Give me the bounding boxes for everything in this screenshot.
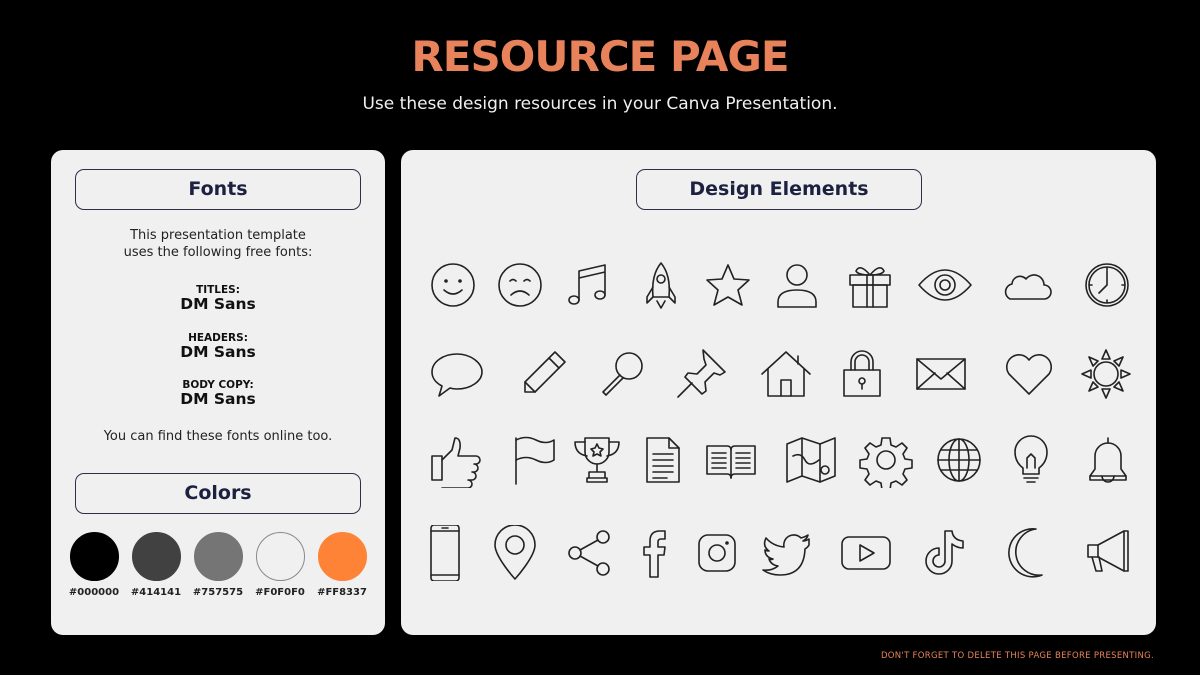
bell-icon (1080, 432, 1136, 488)
fonts-intro-line1: This presentation template (130, 228, 306, 243)
map-icon (783, 432, 839, 488)
font-item-titles: TITLES: DM Sans (51, 284, 385, 313)
page-title: RESOURCE PAGE (411, 32, 789, 81)
lightbulb-icon (1003, 432, 1059, 488)
sun-icon (1078, 346, 1134, 402)
crescent-moon-icon (1000, 525, 1056, 581)
font-item-value: DM Sans (180, 390, 256, 408)
envelope-icon (913, 346, 969, 402)
swatch-circle (131, 532, 181, 581)
gift-icon (842, 257, 898, 313)
open-book-icon (703, 432, 759, 488)
color-swatch: #000000 (68, 532, 120, 598)
eye-icon (917, 257, 973, 313)
pencil-icon (515, 346, 571, 402)
user-icon (769, 257, 825, 313)
color-swatches: #000000 #414141 #757575 #F0F0F0 #FF8337 (68, 532, 368, 602)
thumbs-up-icon (428, 432, 484, 488)
youtube-icon (838, 525, 894, 581)
delete-page-reminder: DON'T FORGET TO DELETE THIS PAGE BEFORE … (880, 651, 1154, 661)
swatch-circle (317, 532, 367, 581)
instagram-icon (689, 525, 745, 581)
trophy-icon (569, 432, 625, 488)
design-elements-panel: Design Elements (401, 150, 1156, 635)
color-swatch: #F0F0F0 (254, 532, 306, 598)
facebook-icon (626, 525, 682, 581)
heart-icon (1001, 346, 1057, 402)
font-item-body-copy: BODY COPY: DM Sans (51, 379, 385, 408)
cloud-icon (998, 257, 1054, 313)
swatch-circle (255, 532, 305, 581)
document-icon (635, 432, 691, 488)
magnifier-icon (595, 346, 651, 402)
smiley-face-icon (425, 257, 481, 313)
megaphone-icon (1082, 525, 1138, 581)
twitter-icon (759, 525, 815, 581)
speech-bubble-icon (429, 346, 485, 402)
location-pin-icon (487, 525, 543, 581)
swatch-label: #000000 (68, 587, 120, 598)
fonts-intro-line2: uses the following free fonts: (123, 245, 313, 260)
icon-grid (401, 150, 1156, 635)
fonts-online-note: You can find these fonts online too. (103, 429, 333, 444)
star-icon (700, 257, 756, 313)
font-item-value: DM Sans (180, 295, 256, 313)
share-icon (561, 525, 617, 581)
swatch-label: #414141 (130, 587, 182, 598)
color-swatch: #414141 (130, 532, 182, 598)
fonts-heading: Fonts (75, 169, 361, 210)
font-item-headers: HEADERS: DM Sans (51, 332, 385, 361)
swatch-label: #757575 (192, 587, 244, 598)
flag-icon (508, 432, 564, 488)
tiktok-icon (915, 525, 971, 581)
swatch-circle (69, 532, 119, 581)
fonts-colors-panel: Fonts This presentation template uses th… (51, 150, 385, 635)
gear-icon (858, 432, 914, 488)
sad-face-icon (492, 257, 548, 313)
page-subtitle: Use these design resources in your Canva… (362, 94, 838, 114)
color-swatch: #FF8337 (316, 532, 368, 598)
music-note-icon (561, 257, 617, 313)
swatch-circle (193, 532, 243, 581)
rocket-icon (633, 257, 689, 313)
swatch-label: #FF8337 (317, 587, 367, 598)
smartphone-icon (417, 525, 473, 581)
house-icon (758, 346, 814, 402)
fonts-intro: This presentation template uses the foll… (51, 227, 385, 261)
globe-icon (931, 432, 987, 488)
font-item-value: DM Sans (180, 343, 256, 361)
color-swatch: #757575 (192, 532, 244, 598)
padlock-icon (834, 346, 890, 402)
colors-heading: Colors (75, 473, 361, 514)
swatch-label: #F0F0F0 (255, 587, 305, 598)
clock-icon (1079, 257, 1135, 313)
pushpin-icon (673, 346, 729, 402)
